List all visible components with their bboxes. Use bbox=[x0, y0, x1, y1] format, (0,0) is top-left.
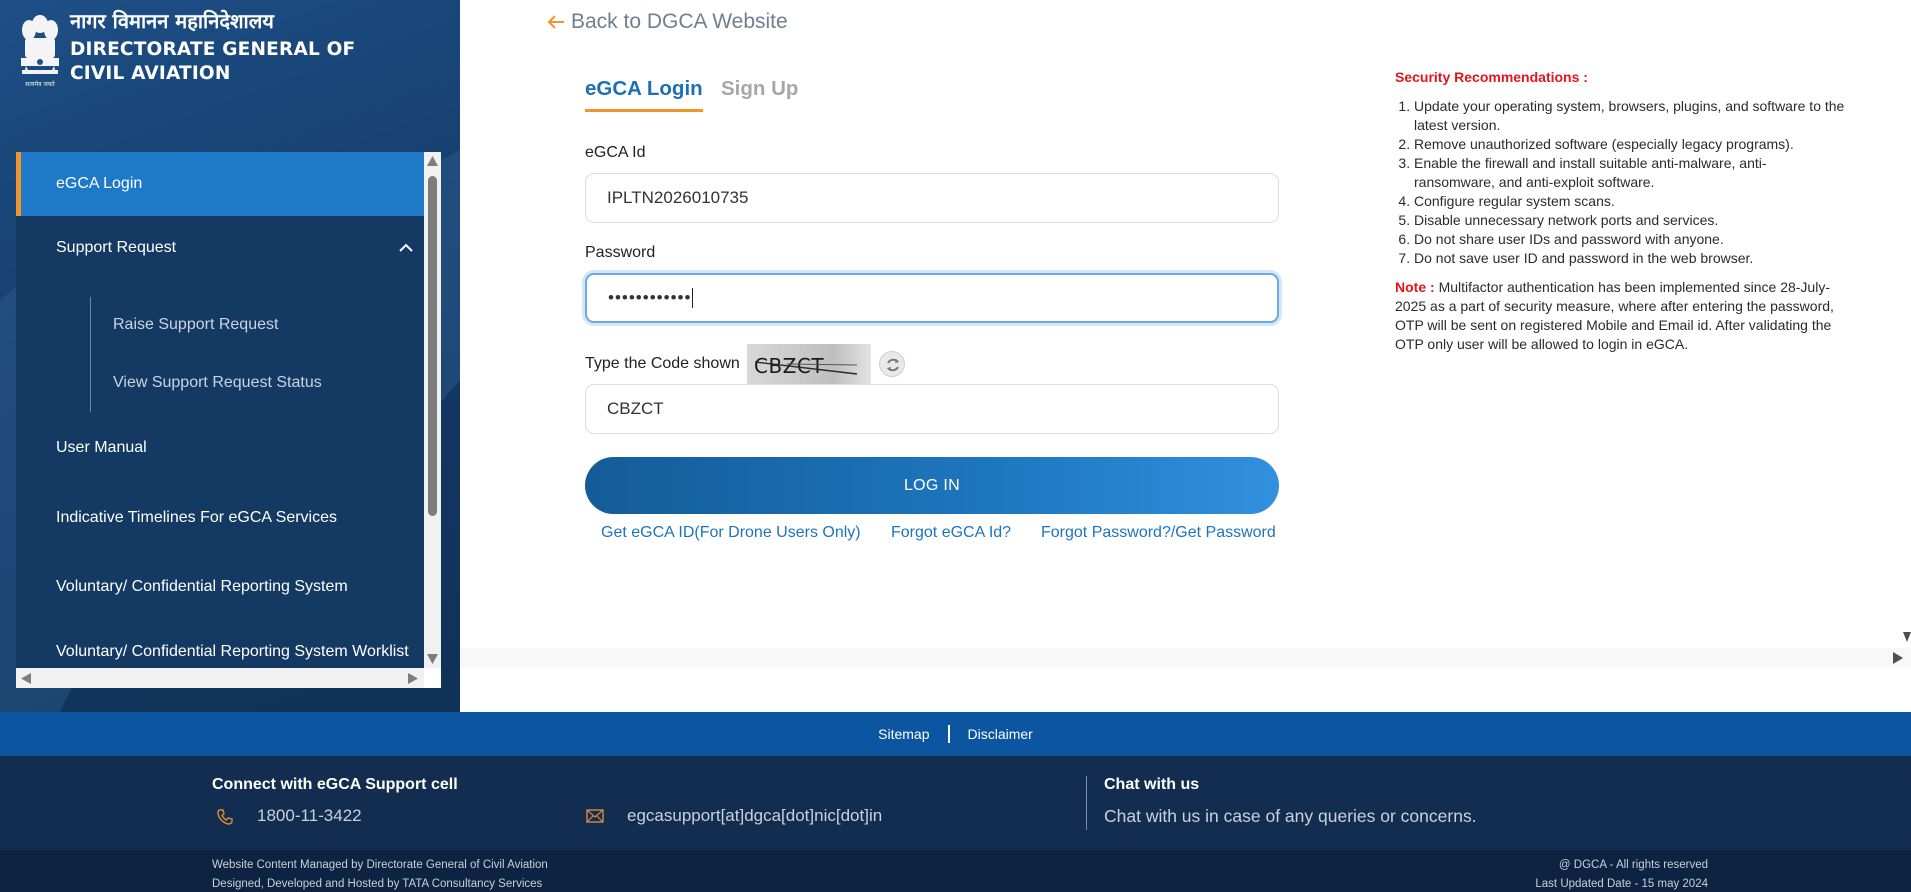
security-note: Note : Multifactor authentication has be… bbox=[1395, 278, 1845, 354]
sidebar-item-label: eGCA Login bbox=[56, 175, 143, 192]
sidebar-scroll-thumb[interactable] bbox=[428, 176, 437, 516]
scroll-right-arrow-icon[interactable] bbox=[408, 673, 418, 684]
refresh-icon bbox=[887, 358, 899, 372]
captcha-value: CBZCT bbox=[607, 399, 664, 418]
sidebar-item-label: Support Request bbox=[56, 239, 177, 256]
footer-credits-bar: Website Content Managed by Directorate G… bbox=[0, 850, 1911, 892]
password-value: •••••••••••• bbox=[608, 288, 692, 307]
scroll-down-arrow-icon[interactable] bbox=[1903, 632, 1911, 642]
support-phone[interactable]: 1800-11-3422 bbox=[257, 806, 362, 826]
sidebar-item-view-support-request-status[interactable]: View Support Request Status bbox=[16, 358, 424, 408]
sidebar-item-label: Voluntary/ Confidential Reporting System… bbox=[56, 643, 409, 660]
scroll-right-arrow-icon[interactable] bbox=[1893, 652, 1903, 664]
security-item: Do not share user IDs and password with … bbox=[1414, 230, 1845, 249]
sidebar-item-support-request[interactable]: Support Request bbox=[16, 216, 424, 280]
get-egca-id-link[interactable]: Get eGCA ID(For Drone Users Only) bbox=[601, 524, 861, 542]
footer-divider bbox=[1086, 776, 1087, 830]
brand-english-name-line2: CIVIL AVIATION bbox=[70, 63, 231, 84]
sidebar-item-indicative-timelines[interactable]: Indicative Timelines For eGCA Services bbox=[16, 486, 424, 550]
text-cursor bbox=[692, 288, 694, 308]
chat-title: Chat with us bbox=[1104, 776, 1200, 793]
rights-text: @ DGCA - All rights reserved bbox=[1558, 859, 1708, 871]
security-item: Enable the firewall and install suitable… bbox=[1414, 154, 1845, 192]
footer-links-bar: Sitemap Disclaimer bbox=[0, 712, 1911, 756]
footer-contact-bar: Connect with eGCA Support cell 1800-11-3… bbox=[0, 756, 1911, 850]
sidebar-item-label: Raise Support Request bbox=[113, 316, 279, 333]
sidebar-item-raise-support-request[interactable]: Raise Support Request bbox=[16, 300, 424, 350]
login-button[interactable]: LOG IN bbox=[585, 457, 1279, 514]
mail-icon bbox=[586, 809, 604, 823]
scroll-up-arrow-icon[interactable] bbox=[427, 156, 438, 166]
footer-divider bbox=[947, 725, 950, 743]
security-item: Remove unauthorized software (especially… bbox=[1414, 135, 1845, 154]
chat-link[interactable]: Chat with us in case of any queries or c… bbox=[1104, 806, 1477, 827]
note-text: Multifactor authentication has been impl… bbox=[1395, 279, 1834, 352]
sidebar-item-label: Voluntary/ Confidential Reporting System bbox=[56, 578, 348, 595]
back-to-dgca-link[interactable]: Back to DGCA Website bbox=[547, 10, 788, 34]
egca-id-label: eGCA Id bbox=[585, 144, 646, 161]
sidebar-menu-container: eGCA Login Support Request Raise Support… bbox=[16, 152, 441, 688]
sidebar-vertical-scrollbar[interactable] bbox=[424, 152, 441, 668]
national-emblem-icon: सत्यमेव जयते bbox=[21, 15, 59, 88]
sidebar-item-label: User Manual bbox=[56, 439, 147, 456]
sidebar-item-label: View Support Request Status bbox=[113, 374, 322, 391]
brand-header[interactable]: सत्यमेव जयते नागर विमानन महानिदेशालय DIR… bbox=[16, 8, 355, 92]
password-input[interactable]: •••••••••••• bbox=[585, 273, 1279, 323]
egca-id-value: IPLTN2026010735 bbox=[607, 188, 749, 207]
arrow-left-icon bbox=[547, 15, 564, 29]
scroll-left-arrow-icon[interactable] bbox=[21, 673, 31, 684]
tab-egca-login[interactable]: eGCA Login bbox=[585, 77, 703, 112]
phone-icon bbox=[217, 809, 233, 825]
forgot-egca-id-link[interactable]: Forgot eGCA Id? bbox=[891, 524, 1011, 542]
last-updated-text: Last Updated Date - 15 may 2024 bbox=[1535, 878, 1708, 890]
support-email[interactable]: egcasupport[at]dgca[dot]nic[dot]in bbox=[627, 806, 882, 826]
security-title: Security Recommendations : bbox=[1395, 69, 1588, 85]
sidebar-menu: eGCA Login Support Request Raise Support… bbox=[16, 152, 424, 668]
egca-id-input[interactable]: IPLTN2026010735 bbox=[585, 173, 1279, 223]
tab-sign-up[interactable]: Sign Up bbox=[721, 77, 798, 101]
support-title: Connect with eGCA Support cell bbox=[212, 776, 458, 793]
security-item: Disable unnecessary network ports and se… bbox=[1414, 211, 1845, 230]
sidebar-item-voluntary-reporting[interactable]: Voluntary/ Confidential Reporting System bbox=[16, 555, 424, 619]
brand-hindi-name: नागर विमानन महानिदेशालय bbox=[70, 9, 274, 33]
back-link-label: Back to DGCA Website bbox=[571, 10, 788, 33]
sidebar: सत्यमेव जयते नागर विमानन महानिदेशालय DIR… bbox=[0, 0, 460, 712]
sidebar-item-voluntary-reporting-worklist[interactable]: Voluntary/ Confidential Reporting System… bbox=[16, 620, 424, 668]
sidebar-horizontal-scrollbar[interactable] bbox=[16, 668, 424, 688]
chevron-up-icon bbox=[399, 243, 413, 252]
security-item: Configure regular system scans. bbox=[1414, 192, 1845, 211]
sidebar-item-label: Indicative Timelines For eGCA Services bbox=[56, 509, 337, 526]
security-list: Update your operating system, browsers, … bbox=[1395, 97, 1845, 268]
brand-english-name-line1: DIRECTORATE GENERAL OF bbox=[70, 39, 356, 60]
scroll-down-arrow-icon[interactable] bbox=[427, 654, 438, 664]
forgot-password-link[interactable]: Forgot Password?/Get Password bbox=[1041, 524, 1276, 542]
managed-by-text: Website Content Managed by Directorate G… bbox=[212, 859, 548, 871]
password-label: Password bbox=[585, 244, 656, 261]
captcha-image: CBZCT bbox=[747, 344, 871, 384]
sidebar-item-user-manual[interactable]: User Manual bbox=[16, 416, 424, 480]
main-horizontal-scrollbar[interactable] bbox=[460, 648, 1911, 668]
note-label: Note : bbox=[1395, 279, 1435, 295]
emblem-caption: सत्यमेव जयते bbox=[25, 80, 55, 88]
sidebar-item-egca-login[interactable]: eGCA Login bbox=[16, 152, 424, 216]
sitemap-link[interactable]: Sitemap bbox=[878, 726, 929, 742]
security-item: Do not save user ID and password in the … bbox=[1414, 249, 1845, 268]
captcha-label: Type the Code shown bbox=[585, 355, 740, 372]
captcha-input[interactable]: CBZCT bbox=[585, 384, 1279, 434]
security-recommendations: Security Recommendations : Update your o… bbox=[1395, 68, 1845, 354]
captcha-refresh-button[interactable] bbox=[879, 351, 905, 377]
disclaimer-link[interactable]: Disclaimer bbox=[968, 726, 1033, 742]
designed-by-text: Designed, Developed and Hosted by TATA C… bbox=[212, 878, 543, 890]
security-item: Update your operating system, browsers, … bbox=[1414, 97, 1845, 135]
